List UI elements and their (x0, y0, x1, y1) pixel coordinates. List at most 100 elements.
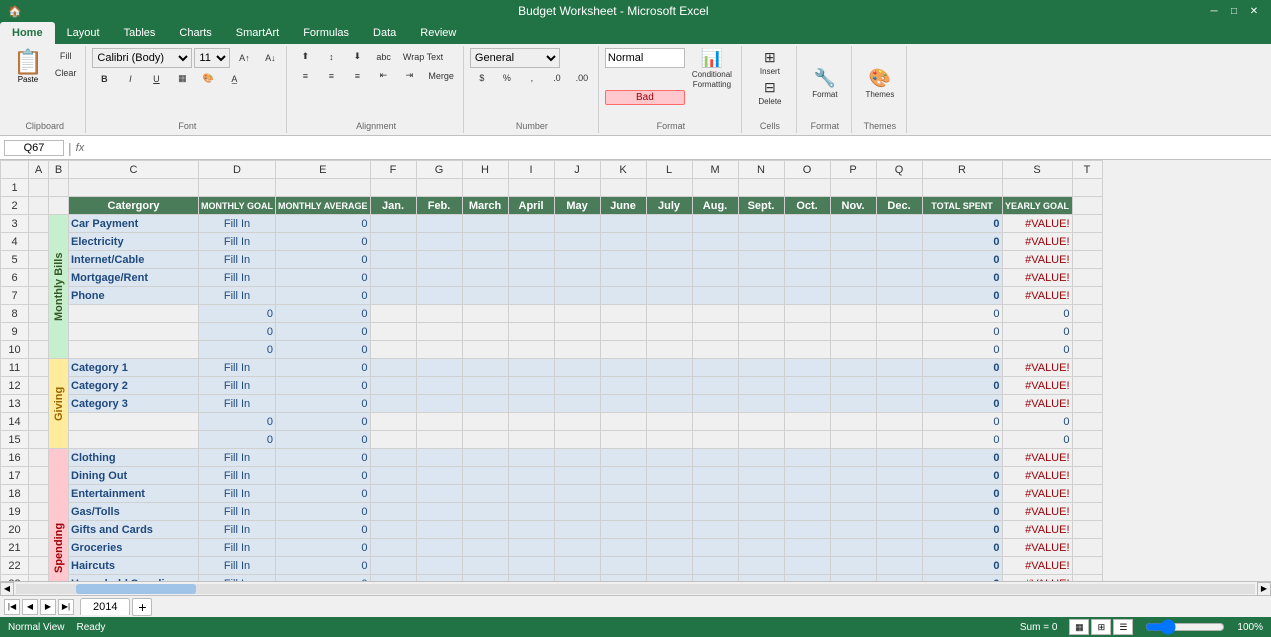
cell-13h[interactable] (462, 395, 508, 413)
cell-14q[interactable] (876, 413, 922, 431)
col-header-l[interactable]: L (646, 161, 692, 179)
cell-5c[interactable]: Internet/Cable (69, 251, 199, 269)
cell-2n[interactable]: Sept. (738, 197, 784, 215)
cell-6o[interactable] (784, 269, 830, 287)
cell-16k[interactable] (600, 449, 646, 467)
cell-23q[interactable] (876, 575, 922, 582)
font-color-button[interactable]: A̲ (222, 71, 246, 87)
cell-18i[interactable] (508, 485, 554, 503)
cell-4p[interactable] (830, 233, 876, 251)
cell-14o[interactable] (784, 413, 830, 431)
cell-16s[interactable]: #VALUE! (1002, 449, 1072, 467)
cell-12n[interactable] (738, 377, 784, 395)
cell-5a[interactable] (29, 251, 49, 269)
cell-21t[interactable] (1072, 539, 1102, 557)
comma-button[interactable]: , (520, 70, 544, 86)
cell-8o[interactable] (784, 305, 830, 323)
cell-22q[interactable] (876, 557, 922, 575)
cell-15m[interactable] (692, 431, 738, 449)
cell-22p[interactable] (830, 557, 876, 575)
cell-4i[interactable] (508, 233, 554, 251)
cell-7p[interactable] (830, 287, 876, 305)
cell-11g[interactable] (416, 359, 462, 377)
cell-2a[interactable] (29, 197, 49, 215)
cell-20c[interactable]: Gifts and Cards (69, 521, 199, 539)
cell-2j[interactable]: May (554, 197, 600, 215)
cell-20l[interactable] (646, 521, 692, 539)
cell-1q[interactable] (876, 179, 922, 197)
col-header-q[interactable]: Q (876, 161, 922, 179)
cell-10f[interactable] (370, 341, 416, 359)
fill-button[interactable]: Fill (50, 48, 82, 64)
cell-8f[interactable] (370, 305, 416, 323)
cell-3a[interactable] (29, 215, 49, 233)
cell-12r[interactable]: 0 (922, 377, 1002, 395)
cell-12j[interactable] (554, 377, 600, 395)
cell-3g[interactable] (416, 215, 462, 233)
cell-14m[interactable] (692, 413, 738, 431)
cell-9i[interactable] (508, 323, 554, 341)
cell-13c[interactable]: Category 3 (69, 395, 199, 413)
cell-7f[interactable] (370, 287, 416, 305)
cell-20k[interactable] (600, 521, 646, 539)
cell-19j[interactable] (554, 503, 600, 521)
cell-23f[interactable] (370, 575, 416, 582)
cell-2p[interactable]: Nov. (830, 197, 876, 215)
cell-14s[interactable]: 0 (1002, 413, 1072, 431)
cell-20d[interactable]: Fill In (199, 521, 276, 539)
col-header-r[interactable]: R (922, 161, 1002, 179)
cell-13s[interactable]: #VALUE! (1002, 395, 1072, 413)
cell-15i[interactable] (508, 431, 554, 449)
cell-9d[interactable]: 0 (199, 323, 276, 341)
cell-5n[interactable] (738, 251, 784, 269)
cell-10c[interactable] (69, 341, 199, 359)
prev-sheet-button[interactable]: ◀ (22, 599, 38, 615)
cell-5m[interactable] (692, 251, 738, 269)
cell-1p[interactable] (830, 179, 876, 197)
border-button[interactable]: ▦ (170, 70, 194, 87)
cell-21g[interactable] (416, 539, 462, 557)
cell-23s[interactable]: #VALUE! (1002, 575, 1072, 582)
col-header-h[interactable]: H (462, 161, 508, 179)
cell-19t[interactable] (1072, 503, 1102, 521)
cell-4f[interactable] (370, 233, 416, 251)
cell-8g[interactable] (416, 305, 462, 323)
cell-1d[interactable] (199, 179, 276, 197)
cell-10i[interactable] (508, 341, 554, 359)
tab-charts[interactable]: Charts (167, 22, 223, 44)
cell-3h[interactable] (462, 215, 508, 233)
cell-15e[interactable]: 0 (276, 431, 371, 449)
cell-18l[interactable] (646, 485, 692, 503)
cell-15t[interactable] (1072, 431, 1102, 449)
cell-10h[interactable] (462, 341, 508, 359)
cell-8p[interactable] (830, 305, 876, 323)
cell-5i[interactable] (508, 251, 554, 269)
cell-11t[interactable] (1072, 359, 1102, 377)
cell-13g[interactable] (416, 395, 462, 413)
col-header-k[interactable]: K (600, 161, 646, 179)
cell-22r[interactable]: 0 (922, 557, 1002, 575)
align-middle-button[interactable]: ↕ (319, 49, 343, 65)
cell-18d[interactable]: Fill In (199, 485, 276, 503)
cell-13m[interactable] (692, 395, 738, 413)
cell-2q[interactable]: Dec. (876, 197, 922, 215)
cell-5r[interactable]: 0 (922, 251, 1002, 269)
zoom-slider[interactable] (1145, 619, 1225, 635)
cell-21h[interactable] (462, 539, 508, 557)
cell-8j[interactable] (554, 305, 600, 323)
cell-1n[interactable] (738, 179, 784, 197)
cell-15s[interactable]: 0 (1002, 431, 1072, 449)
cell-13i[interactable] (508, 395, 554, 413)
number-format-select[interactable]: General (470, 48, 560, 68)
cell-17f[interactable] (370, 467, 416, 485)
cell-8r[interactable]: 0 (922, 305, 1002, 323)
cell-19e[interactable]: 0 (276, 503, 371, 521)
cell-14e[interactable]: 0 (276, 413, 371, 431)
tab-review[interactable]: Review (408, 22, 468, 44)
cell-3o[interactable] (784, 215, 830, 233)
cell-11r[interactable]: 0 (922, 359, 1002, 377)
cell-18f[interactable] (370, 485, 416, 503)
cell-1o[interactable] (784, 179, 830, 197)
col-header-o[interactable]: O (784, 161, 830, 179)
cell-8n[interactable] (738, 305, 784, 323)
